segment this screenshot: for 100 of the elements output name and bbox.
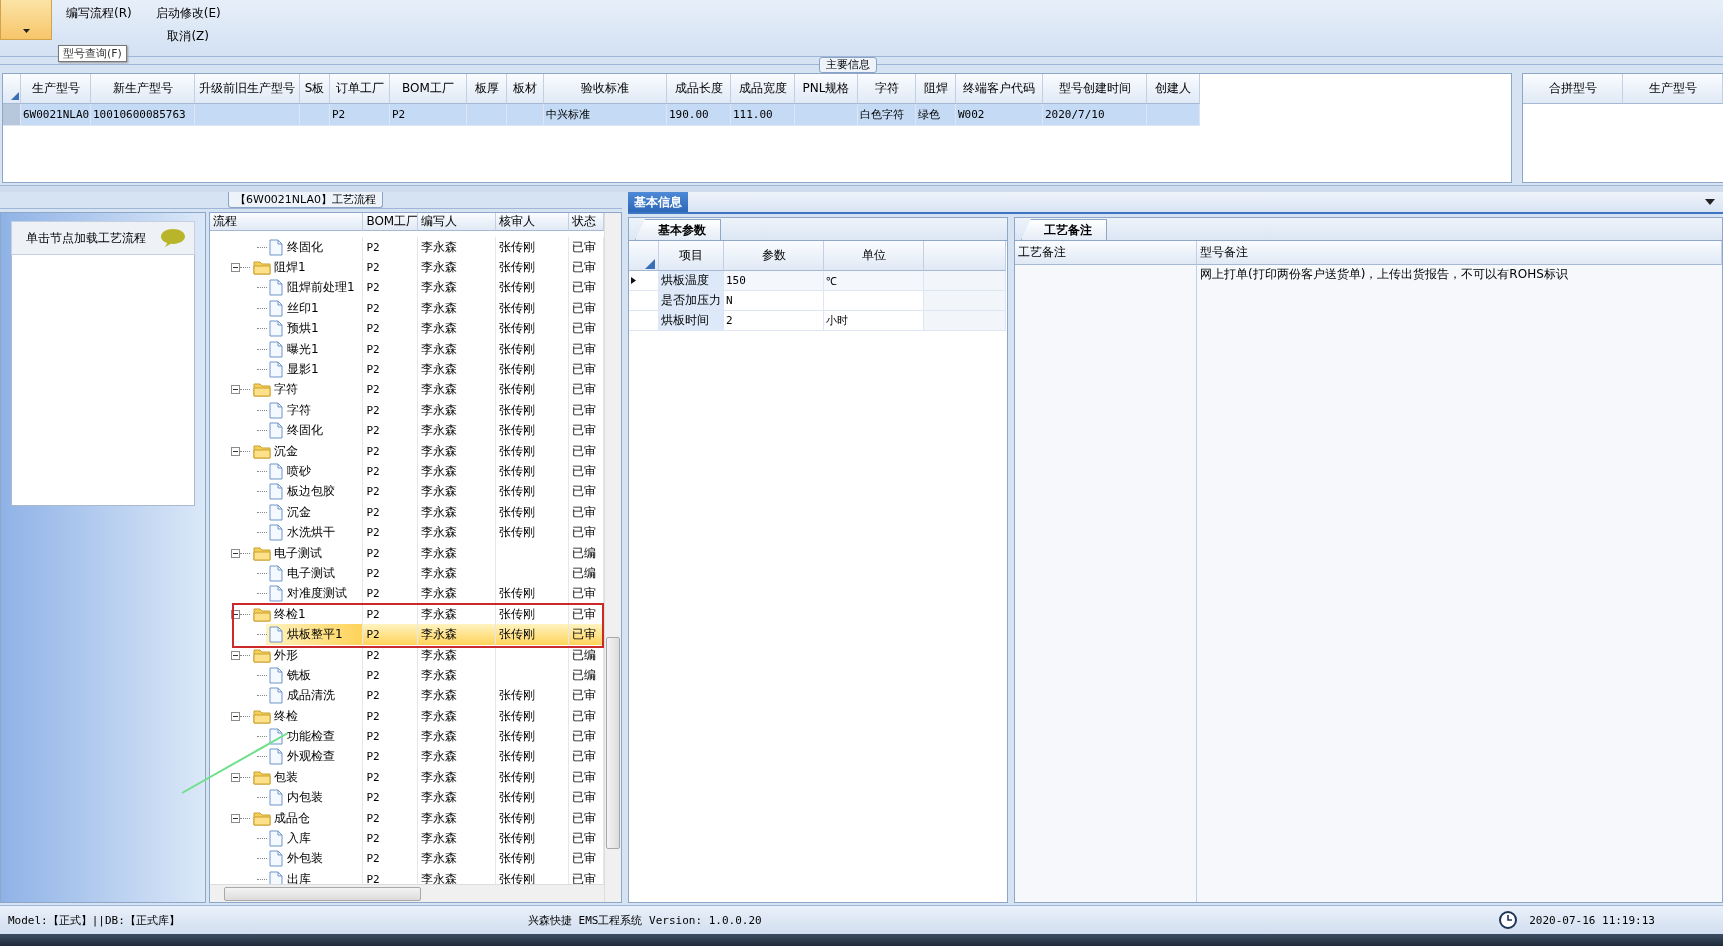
toolbar-button[interactable]: 取消(Z) (163, 27, 213, 46)
column-header[interactable]: 字符 (858, 74, 916, 104)
tree-node-label[interactable]: 外形 (274, 646, 298, 664)
tree-node-label[interactable]: 阻焊1 (274, 259, 306, 277)
table-cell: 张传刚 (496, 624, 570, 645)
group-title: 主要信息 (819, 57, 877, 73)
table-cell: 张传刚 (496, 359, 570, 380)
table-cell: P2 (363, 644, 418, 666)
tree-node-label[interactable]: 外包装 (287, 850, 323, 868)
toolbar-button[interactable]: 启动修改(E) (151, 4, 225, 23)
table-cell: P2 (363, 685, 418, 706)
column-header[interactable]: 单位 (824, 241, 924, 271)
column-header[interactable]: 型号备注 (1197, 241, 1722, 265)
toolbar-button[interactable]: 编写流程(R) (62, 4, 136, 23)
tree-node-label[interactable]: 丝印1 (287, 299, 319, 317)
column-header[interactable]: 流程 (210, 213, 364, 231)
pane-tab[interactable]: 工艺备注 (1021, 219, 1107, 240)
column-header[interactable]: 验收标准 (544, 74, 667, 104)
table-cell: P2 (363, 277, 418, 299)
table-cell: 李永森 (417, 685, 497, 706)
tree-node-label[interactable]: 终固化 (287, 422, 323, 440)
column-header[interactable]: 板材 (507, 74, 544, 104)
column-header[interactable]: 订单工厂 (330, 74, 390, 104)
tree-node-label[interactable]: 对准度测试 (287, 585, 347, 603)
table-cell: P2 (363, 440, 418, 462)
column-header[interactable]: 核审人 (496, 213, 570, 231)
tree-node-label[interactable]: 电子测试 (274, 544, 322, 562)
column-header[interactable]: 创建人 (1147, 74, 1200, 104)
panel-title: 【6W0021NLA0】工艺流程 (228, 192, 383, 208)
tree-node-label[interactable]: 出库 (287, 870, 311, 884)
column-header[interactable]: PNL规格 (795, 74, 858, 104)
table-cell: P2 (363, 502, 418, 523)
table-cell: 张传刚 (496, 481, 570, 503)
column-header[interactable]: 工艺备注 (1015, 241, 1197, 265)
table-cell: N (724, 291, 824, 311)
column-header[interactable]: 参数 (724, 241, 824, 271)
column-header[interactable]: 板厚 (467, 74, 507, 104)
table-cell: 张传刚 (496, 318, 570, 339)
table-cell: 李永森 (417, 746, 497, 768)
tree-node-label[interactable]: 字符 (287, 401, 311, 419)
tree-node-label[interactable]: 铣板 (287, 666, 311, 684)
panel-tab[interactable]: 基本信息 (628, 192, 688, 212)
table-cell: P2 (363, 624, 418, 645)
table-cell: 张传刚 (496, 440, 570, 462)
tree-node-label[interactable]: 成品清洗 (287, 687, 335, 705)
tree-node-label[interactable]: 阻焊前处理1 (287, 279, 355, 297)
tree-node-label[interactable]: 入库 (287, 830, 311, 847)
table-cell: 张传刚 (496, 379, 570, 401)
column-header[interactable]: 新生产型号 (91, 74, 195, 104)
tree-node-label[interactable]: 包装 (274, 768, 298, 786)
column-header[interactable]: 生产型号 (21, 74, 91, 104)
table-cell: P2 (363, 665, 418, 686)
table-cell: 李永森 (417, 400, 497, 421)
tree-node-label[interactable]: 沉金 (274, 442, 298, 460)
column-header[interactable]: S板 (300, 74, 330, 104)
column-header[interactable]: BOM工厂 (390, 74, 467, 104)
table-cell: P2 (363, 257, 418, 278)
table-cell: P2 (363, 237, 418, 258)
table-cell: P2 (363, 461, 418, 482)
column-header[interactable]: 阻焊 (916, 74, 956, 104)
tree-node-label[interactable]: 显影1 (287, 361, 319, 379)
tree-node-label[interactable]: 终固化 (287, 238, 323, 256)
table-cell: P2 (363, 400, 418, 421)
table-cell: 小时 (824, 311, 924, 331)
column-header[interactable]: 终端客户代码 (956, 74, 1043, 104)
table-cell: 张传刚 (496, 787, 570, 808)
column-header[interactable]: 升级前旧生产型号 (195, 74, 300, 104)
tree-node-label[interactable]: 喷砂 (287, 463, 311, 480)
table-cell: P2 (363, 542, 418, 564)
table-cell: 张传刚 (496, 828, 570, 849)
tree-node-label[interactable]: 功能检查 (287, 728, 335, 746)
table-cell: 是否加压力 (659, 291, 724, 311)
tree-node-label[interactable]: 水洗烘干 (287, 524, 335, 542)
tree-node-label[interactable]: 终检 (274, 707, 298, 725)
tree-node-label[interactable]: 字符 (274, 381, 298, 399)
column-header[interactable]: 成品长度 (667, 74, 731, 104)
tree-node-label[interactable]: 内包装 (287, 789, 323, 807)
tree-node-label[interactable]: 电子测试 (287, 564, 335, 582)
tree-node-label[interactable]: 成品仓 (274, 809, 310, 827)
status-text: Model:【正式】||DB:【正式库】 (8, 912, 181, 928)
column-header[interactable]: 状态 (569, 213, 604, 231)
column-header[interactable]: 生产型号 (1623, 74, 1723, 104)
column-header[interactable]: 合拼型号 (1523, 74, 1623, 104)
table-cell: 李永森 (417, 787, 497, 808)
table-cell: 李永森 (417, 379, 497, 401)
table-cell: 张传刚 (496, 767, 570, 788)
table-cell: 10010600085763 (91, 104, 195, 126)
pane-tab[interactable]: 基本参数 (635, 219, 721, 240)
tree-node-label[interactable]: 预烘1 (287, 320, 319, 338)
tree-node-label[interactable]: 外观检查 (287, 748, 335, 766)
table-cell: P2 (363, 522, 418, 543)
tree-node-label[interactable]: 沉金 (287, 503, 311, 521)
column-header[interactable]: 型号创建时间 (1043, 74, 1147, 104)
column-header[interactable]: 编写人 (417, 213, 497, 231)
table-cell: 张传刚 (496, 726, 570, 747)
column-header[interactable]: 项目 (659, 241, 724, 271)
tree-node-label[interactable]: 曝光1 (287, 340, 319, 358)
tree-node-label[interactable]: 终检1 (274, 605, 306, 623)
tree-node-label[interactable]: 板边包胶 (287, 483, 335, 501)
column-header[interactable]: 成品宽度 (731, 74, 795, 104)
